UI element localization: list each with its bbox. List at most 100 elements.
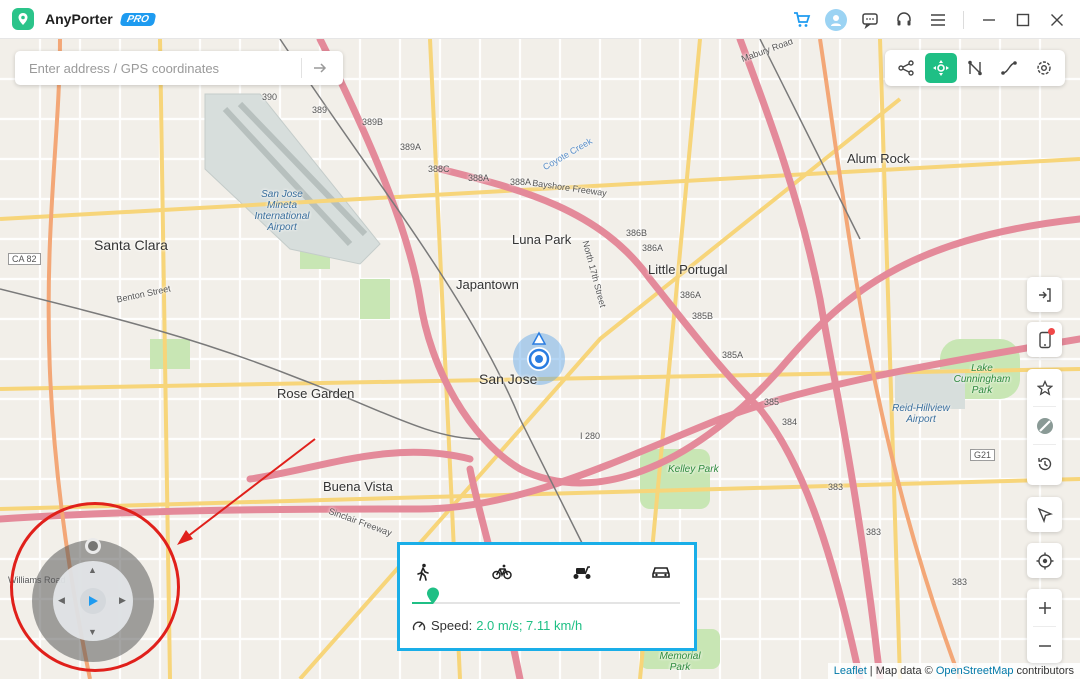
joystick-down-icon[interactable]: ▼ <box>88 627 97 637</box>
app-logo-icon <box>12 8 34 30</box>
minus-icon <box>1038 644 1051 647</box>
scooter-icon <box>573 566 591 579</box>
map-label-exit-383-2: 383 <box>866 527 882 537</box>
share-mode-button[interactable] <box>890 53 922 83</box>
map-label-exit-388a-2: 388A <box>510 177 532 187</box>
app-name: AnyPorter <box>45 11 113 27</box>
speedometer-icon <box>412 621 426 630</box>
map-label-exit-383-3: 383 <box>952 577 968 587</box>
map-label-airport: San Jose Mineta International Airport <box>254 189 310 233</box>
joystick-direction-handle[interactable] <box>85 538 101 554</box>
notification-dot <box>1048 328 1055 335</box>
bike-mode-button[interactable] <box>491 563 513 581</box>
map-label-japantown: Japantown <box>456 277 519 292</box>
multi-spot-mode-button[interactable] <box>959 53 991 83</box>
import-button[interactable] <box>1027 277 1062 312</box>
favorites-button[interactable] <box>1027 369 1062 406</box>
map-attribution: Leaflet | Map data © OpenStreetMap contr… <box>827 663 1080 679</box>
joystick-up-icon[interactable]: ▲ <box>88 565 97 575</box>
speed-label: Speed: <box>431 618 473 633</box>
map-label-kelley-park: Kelley Park <box>668 464 719 475</box>
joystick-pad[interactable]: ▲ ▼ ◀ ▶ <box>53 561 133 641</box>
map-label-buena-vista: Buena Vista <box>323 479 393 494</box>
map-label-exit-385a: 385A <box>722 350 744 360</box>
gear-icon <box>1037 61 1051 75</box>
map-label-i280: I 280 <box>580 431 601 441</box>
map-label-little-portugal: Little Portugal <box>648 262 728 277</box>
speed-slider-thumb[interactable] <box>426 587 440 605</box>
minimize-icon <box>983 18 995 21</box>
history-button[interactable] <box>1027 445 1062 482</box>
bicycle-icon <box>492 564 513 580</box>
play-icon <box>89 596 98 606</box>
search-go-button[interactable] <box>302 51 338 85</box>
map-label-exit-388a-1: 388A <box>468 173 490 183</box>
map-label-alum-rock: Alum Rock <box>847 151 910 166</box>
map-label-g21: G21 <box>970 449 996 461</box>
map-label-ca82: CA 82 <box>8 253 41 265</box>
teleport-mode-button[interactable] <box>924 53 957 83</box>
account-button[interactable] <box>819 0 853 39</box>
two-spot-mode-button[interactable] <box>993 53 1025 83</box>
map-label-exit-389: 389 <box>312 105 328 115</box>
cart-button[interactable] <box>785 0 819 39</box>
pro-badge: PRO <box>119 12 156 26</box>
side-tool-group <box>1027 369 1062 485</box>
cursor-arrow-icon <box>1037 507 1053 523</box>
map-label-memorial-park: Memorial Park <box>659 651 701 673</box>
minimize-button[interactable] <box>972 0 1006 39</box>
support-button[interactable] <box>887 0 921 39</box>
cooldown-button[interactable] <box>1027 407 1062 444</box>
speed-value: 2.0 m/s; 7.11 km/h <box>476 618 583 633</box>
map-label-santa-clara: Santa Clara <box>94 237 168 253</box>
close-icon <box>1051 13 1063 26</box>
osm-link[interactable]: OpenStreetMap <box>936 665 1014 677</box>
map-label-exit-389a: 389A <box>400 142 422 152</box>
map-label-exit-385: 385 <box>764 397 780 407</box>
attribution-separator: | Map data © <box>866 665 936 677</box>
walk-mode-button[interactable] <box>412 563 434 581</box>
locate-me-button[interactable] <box>1027 543 1062 578</box>
speed-readout: Speed: 2.0 m/s; 7.11 km/h <box>412 618 582 633</box>
avatar-icon <box>825 8 847 31</box>
zoom-in-button[interactable] <box>1027 589 1062 626</box>
maximize-button[interactable] <box>1006 0 1040 39</box>
joystick[interactable]: ▲ ▼ ◀ ▶ <box>32 538 154 662</box>
car-mode-button[interactable] <box>650 563 672 581</box>
no-entry-icon <box>1036 417 1053 434</box>
attribution-suffix: contributors <box>1013 665 1074 677</box>
map-label-exit-386a-2: 386A <box>680 290 702 300</box>
speed-slider[interactable] <box>412 602 680 604</box>
map-label-rose-garden: Rose Garden <box>277 386 355 401</box>
joystick-right-icon[interactable]: ▶ <box>119 595 126 606</box>
direction-button[interactable] <box>1027 497 1062 532</box>
device-button[interactable] <box>1027 322 1062 357</box>
scooter-mode-button[interactable] <box>571 563 593 581</box>
menu-button[interactable] <box>921 0 955 39</box>
map-label-luna-park: Luna Park <box>512 232 572 247</box>
title-bar: AnyPorter PRO <box>0 0 1080 39</box>
map-label-san-jose: San Jose <box>479 371 538 387</box>
car-icon <box>652 567 670 578</box>
map-label-reid-hillview: Reid-Hillview Airport <box>892 403 950 425</box>
walking-icon <box>417 563 429 581</box>
share-icon <box>898 60 914 76</box>
feedback-button[interactable] <box>853 0 887 39</box>
search-bar <box>15 51 343 85</box>
zoom-out-button[interactable] <box>1027 627 1062 664</box>
map-label-exit-389b: 389B <box>362 117 384 127</box>
leaflet-link[interactable]: Leaflet <box>834 665 867 677</box>
joystick-play-button[interactable] <box>80 588 106 614</box>
speed-panel: Speed: 2.0 m/s; 7.11 km/h <box>397 542 697 651</box>
settings-button[interactable] <box>1028 53 1060 83</box>
map-label-exit-386b: 386B <box>626 228 648 238</box>
mode-toolbar <box>885 50 1065 86</box>
maximize-icon <box>1016 13 1030 26</box>
search-input[interactable] <box>15 51 301 85</box>
joystick-left-icon[interactable]: ◀ <box>58 595 65 606</box>
map-label-exit-388c: 388C <box>428 164 450 174</box>
map-label-exit-384: 384 <box>782 417 798 427</box>
close-button[interactable] <box>1040 0 1074 39</box>
map-label-exit-390: 390 <box>262 92 278 102</box>
arrow-right-icon <box>314 63 327 73</box>
